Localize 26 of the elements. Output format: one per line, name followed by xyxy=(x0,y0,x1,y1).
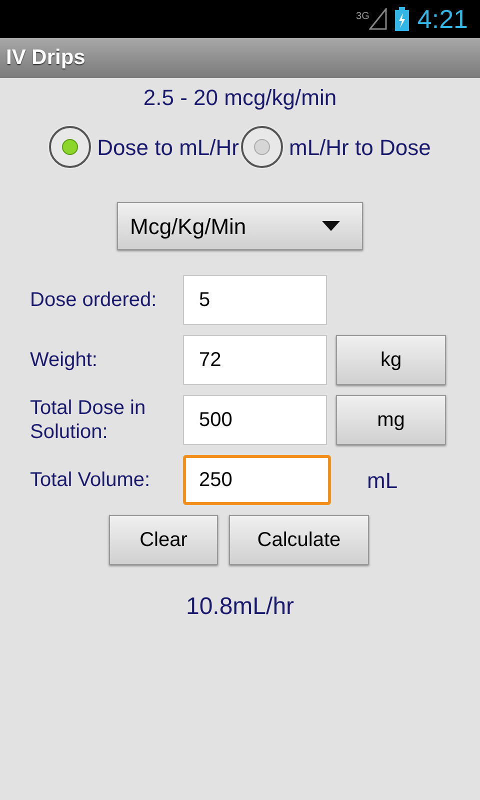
unit-label: mL xyxy=(367,466,398,494)
radio-option[interactable]: mL/Hr to Dose xyxy=(241,126,431,168)
input-field[interactable]: 5 xyxy=(183,275,327,325)
input-field[interactable]: 500 xyxy=(183,395,327,445)
signal-icon xyxy=(369,8,388,30)
clock: 4:21 xyxy=(417,6,468,32)
app-title: IV Drips xyxy=(6,45,86,72)
units-dropdown[interactable]: Mcg/Kg/Min xyxy=(117,202,363,250)
input-field[interactable]: 250 xyxy=(183,455,331,505)
radio-option[interactable]: Dose to mL/Hr xyxy=(49,126,239,168)
field-label: Total Volume: xyxy=(30,468,152,492)
dose-range-text: 2.5 - 20 mcg/kg/min xyxy=(143,84,337,112)
action-button[interactable]: Clear xyxy=(109,515,218,565)
network-type: 3G xyxy=(356,12,370,22)
radio-button[interactable] xyxy=(49,126,92,168)
caret-icon xyxy=(322,221,340,231)
field-label: Total Dose in Solution: xyxy=(30,396,147,444)
input-field[interactable]: 72 xyxy=(183,335,327,385)
unit-button[interactable]: kg xyxy=(336,335,446,385)
action-button[interactable]: Calculate xyxy=(229,515,369,565)
radio-button[interactable] xyxy=(241,126,283,168)
field-label: Weight: xyxy=(30,348,98,372)
unit-button[interactable]: mg xyxy=(336,395,446,445)
battery-charging-icon xyxy=(395,7,410,31)
field-label: Dose ordered: xyxy=(30,288,158,312)
result-text: 10.8mL/hr xyxy=(186,592,294,622)
